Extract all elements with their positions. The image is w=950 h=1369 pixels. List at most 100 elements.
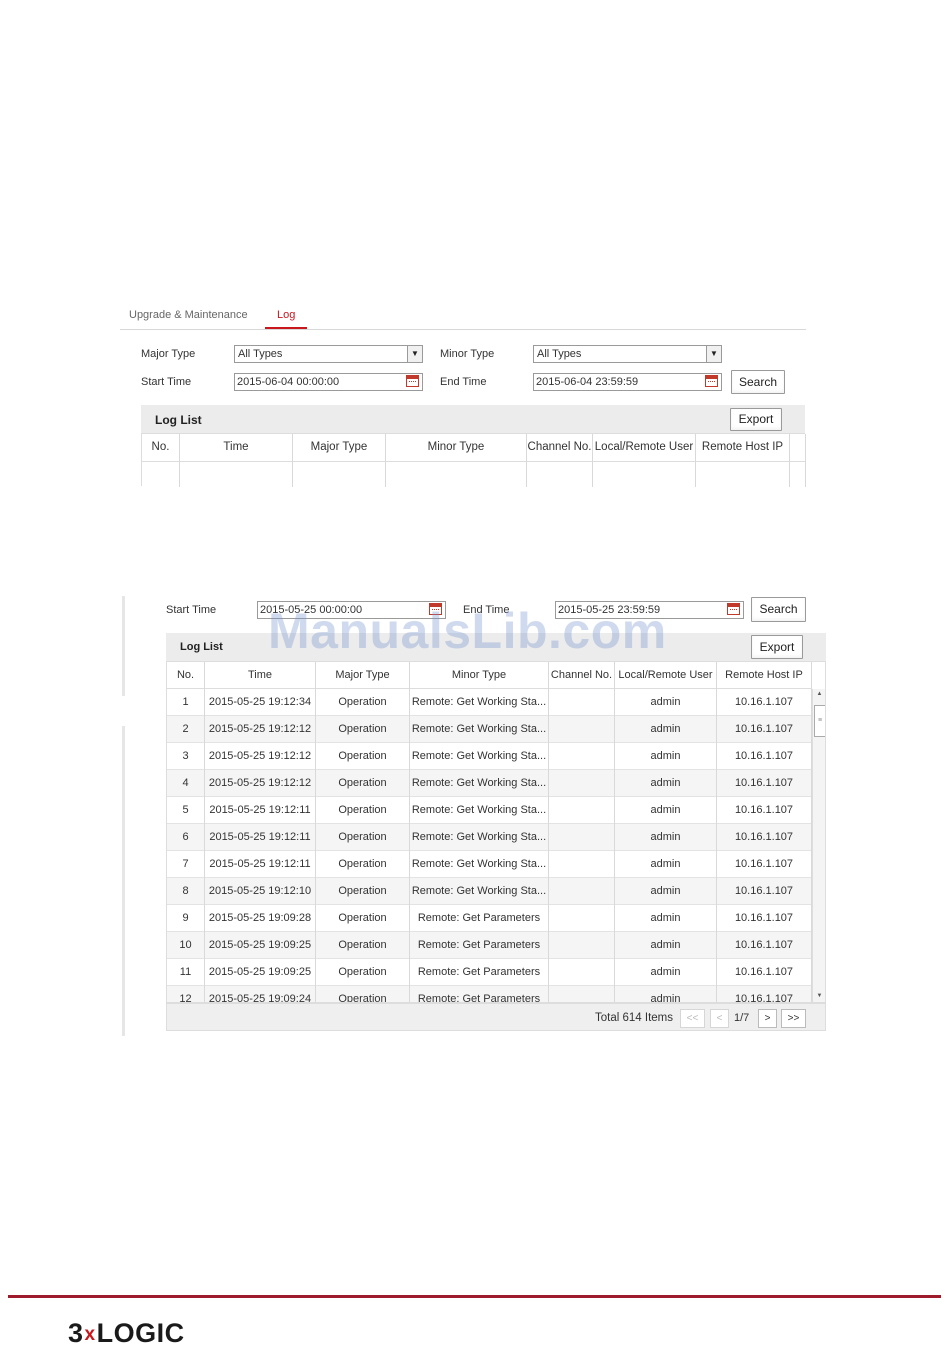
cell-major-type: Operation xyxy=(316,959,410,986)
tab-upgrade-maintenance[interactable]: Upgrade & Maintenance xyxy=(129,309,248,321)
cell-user: admin xyxy=(615,743,717,770)
calendar-icon[interactable] xyxy=(727,603,740,615)
col-ip: Remote Host IP xyxy=(696,434,790,487)
logo-prefix: 3 xyxy=(68,1318,84,1348)
calendar-icon[interactable] xyxy=(705,375,718,387)
cell-minor-type: Remote: Get Working Sta... xyxy=(410,743,549,770)
cell-major-type: Operation xyxy=(316,743,410,770)
major-type-label: Major Type xyxy=(141,348,196,360)
pager-first-button[interactable]: << xyxy=(680,1009,705,1028)
chevron-down-icon: ▼ xyxy=(706,346,721,362)
search-button[interactable]: Search xyxy=(731,370,785,394)
logo-suffix: LOGIC xyxy=(96,1318,185,1348)
cell-channel xyxy=(549,986,615,1002)
cell-ip: 10.16.1.107 xyxy=(717,743,812,770)
scroll-down-icon[interactable]: ▼ xyxy=(814,991,825,1001)
col-header-no: No. xyxy=(151,441,170,453)
cell-minor-type: Remote: Get Working Sta... xyxy=(410,824,549,851)
scrollbar[interactable]: ▲ ≡ ▼ xyxy=(812,689,825,1002)
log-list-title: Log List xyxy=(180,641,223,653)
cell-time: 2015-05-25 19:12:12 xyxy=(205,716,316,743)
col-header-major-type: Major Type xyxy=(316,662,410,689)
start-time-label: Start Time xyxy=(141,376,192,388)
cell-user: admin xyxy=(615,824,717,851)
cell-channel xyxy=(549,905,615,932)
cell-minor-type: Remote: Get Working Sta... xyxy=(410,716,549,743)
export-button[interactable]: Export xyxy=(730,408,782,431)
cell-ip: 10.16.1.107 xyxy=(717,878,812,905)
log-table-1: No. Time Major Type Minor Type Channel N… xyxy=(141,433,806,487)
cell-ip: 10.16.1.107 xyxy=(717,986,812,1002)
col-minor-type: Minor Type xyxy=(386,434,527,487)
cell-minor-type: Remote: Get Parameters xyxy=(410,932,549,959)
cell-user: admin xyxy=(615,905,717,932)
cell-ip: 10.16.1.107 xyxy=(717,932,812,959)
logo-x: x xyxy=(84,1324,96,1345)
pager-last-button[interactable]: >> xyxy=(781,1009,806,1028)
cell-ip: 10.16.1.107 xyxy=(717,797,812,824)
cell-minor-type: Remote: Get Working Sta... xyxy=(410,797,549,824)
cell-ip: 10.16.1.107 xyxy=(717,716,812,743)
col-header-minor-type: Minor Type xyxy=(427,441,485,453)
pager-prev-button[interactable]: < xyxy=(710,1009,729,1028)
col-major-type: Major Type xyxy=(293,434,386,487)
log-table-2: No. Time Major Type Minor Type Channel No. Lo… xyxy=(166,661,826,1003)
cell-major-type: Operation xyxy=(316,797,410,824)
cell-channel xyxy=(549,716,615,743)
col-channel: Channel No. xyxy=(527,434,593,487)
cell-channel xyxy=(549,743,615,770)
cell-ip: 10.16.1.107 xyxy=(717,851,812,878)
end-time-input[interactable]: 2015-06-04 23:59:59 xyxy=(533,373,722,391)
col-header-major-type: Major Type xyxy=(310,441,368,453)
major-type-select[interactable]: All Types ▼ xyxy=(234,345,423,363)
scroll-up-icon[interactable]: ▲ xyxy=(814,689,825,699)
cell-no: 6 xyxy=(167,824,205,851)
cell-no: 1 xyxy=(167,689,205,716)
chevron-down-icon: ▼ xyxy=(407,346,422,362)
start-time-input[interactable]: 2015-06-04 00:00:00 xyxy=(234,373,423,391)
search-button[interactable]: Search xyxy=(751,597,806,622)
tab-active-indicator xyxy=(265,327,307,329)
footer-rule xyxy=(8,1295,941,1298)
col-no: No. xyxy=(142,434,180,487)
cell-time: 2015-05-25 19:09:24 xyxy=(205,986,316,1002)
left-edge-bar xyxy=(122,596,125,696)
scroll-thumb[interactable]: ≡ xyxy=(814,705,825,737)
cell-user: admin xyxy=(615,878,717,905)
pager-next-button[interactable]: > xyxy=(758,1009,777,1028)
col-header-no: No. xyxy=(167,662,205,689)
export-button[interactable]: Export xyxy=(751,635,803,659)
cell-channel xyxy=(549,824,615,851)
company-logo: 3xLOGIC xyxy=(68,1318,185,1349)
cell-minor-type: Remote: Get Working Sta... xyxy=(410,770,549,797)
cell-time: 2015-05-25 19:09:25 xyxy=(205,959,316,986)
tab-log[interactable]: Log xyxy=(277,309,295,321)
cell-no: 7 xyxy=(167,851,205,878)
cell-no: 10 xyxy=(167,932,205,959)
col-header-ip: Remote Host IP xyxy=(701,441,784,453)
start-time-label: Start Time xyxy=(166,604,217,616)
cell-minor-type: Remote: Get Working Sta... xyxy=(410,689,549,716)
calendar-icon[interactable] xyxy=(406,375,419,387)
end-time-value: 2015-06-04 23:59:59 xyxy=(536,376,639,388)
cell-no: 4 xyxy=(167,770,205,797)
cell-time: 2015-05-25 19:09:28 xyxy=(205,905,316,932)
cell-user: admin xyxy=(615,932,717,959)
col-header-user: Local/Remote User xyxy=(594,441,694,453)
cell-time: 2015-05-25 19:12:11 xyxy=(205,797,316,824)
cell-ip: 10.16.1.107 xyxy=(717,959,812,986)
tab-divider xyxy=(120,329,806,330)
cell-time: 2015-05-25 19:12:10 xyxy=(205,878,316,905)
cell-no: 12 xyxy=(167,986,205,1002)
cell-time: 2015-05-25 19:12:34 xyxy=(205,689,316,716)
cell-user: admin xyxy=(615,797,717,824)
col-header-ip: Remote Host IP xyxy=(717,662,812,689)
minor-type-select[interactable]: All Types ▼ xyxy=(533,345,722,363)
cell-ip: 10.16.1.107 xyxy=(717,824,812,851)
cell-major-type: Operation xyxy=(316,689,410,716)
col-header-channel: Channel No. xyxy=(527,441,592,453)
cell-minor-type: Remote: Get Working Sta... xyxy=(410,851,549,878)
cell-no: 8 xyxy=(167,878,205,905)
col-header-user: Local/Remote User xyxy=(615,662,717,689)
cell-major-type: Operation xyxy=(316,932,410,959)
